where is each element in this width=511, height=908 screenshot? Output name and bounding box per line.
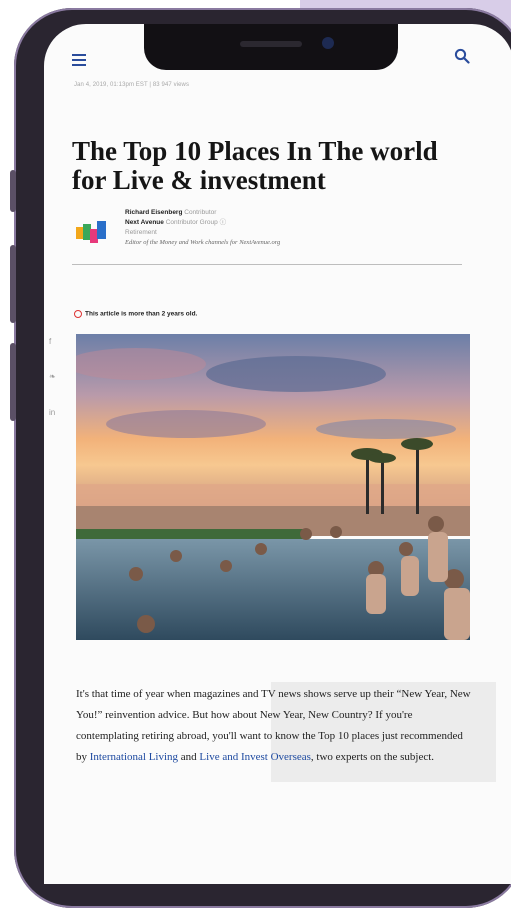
warning-icon	[74, 310, 82, 318]
author-topic[interactable]: Retirement	[125, 228, 280, 238]
hero-image	[76, 334, 470, 640]
linkedin-share-icon[interactable]: in	[49, 408, 55, 417]
search-icon[interactable]	[454, 48, 470, 64]
next-avenue-logo	[76, 221, 114, 247]
outlet-role: Contributor Group	[165, 219, 218, 226]
phone-screen: Jan 4, 2019, 01:13pm EST | 83 947 views …	[44, 24, 511, 884]
international-living-link[interactable]: International Living	[90, 751, 178, 763]
header-divider	[72, 264, 462, 265]
author-role: Contributor	[184, 209, 217, 216]
article-meta: Jan 4, 2019, 01:13pm EST | 83 947 views	[74, 82, 190, 88]
info-icon[interactable]: ⓘ	[220, 219, 227, 226]
author-bio: Editor of the Money and Work channels fo…	[125, 239, 281, 246]
author-block: Richard Eisenberg Contributor Next Avenu…	[125, 208, 280, 248]
article-title: The Top 10 Places In The world for Live …	[72, 136, 438, 195]
old-article-notice: This article is more than 2 years old.	[74, 310, 197, 318]
front-camera	[322, 37, 334, 49]
live-and-invest-overseas-link[interactable]: Live and Invest Overseas	[199, 751, 311, 763]
article-body-part2: and	[178, 751, 200, 763]
article-body-part3: , two experts on the subject.	[310, 751, 435, 763]
phone-notch	[144, 24, 398, 70]
facebook-share-icon[interactable]: f	[49, 337, 51, 346]
phone-volume-up-button	[10, 245, 16, 323]
twitter-share-icon[interactable]: ❧	[49, 372, 56, 381]
old-article-notice-text: This article is more than 2 years old.	[85, 310, 198, 318]
article-body: It's that time of year when magazines an…	[76, 684, 476, 768]
speaker-grille	[240, 41, 302, 47]
phone-volume-down-button	[10, 343, 16, 421]
outlet-name[interactable]: Next Avenue	[125, 219, 164, 226]
author-name[interactable]: Richard Eisenberg	[125, 209, 182, 216]
phone-side-button	[10, 170, 16, 212]
menu-icon[interactable]	[72, 54, 86, 66]
